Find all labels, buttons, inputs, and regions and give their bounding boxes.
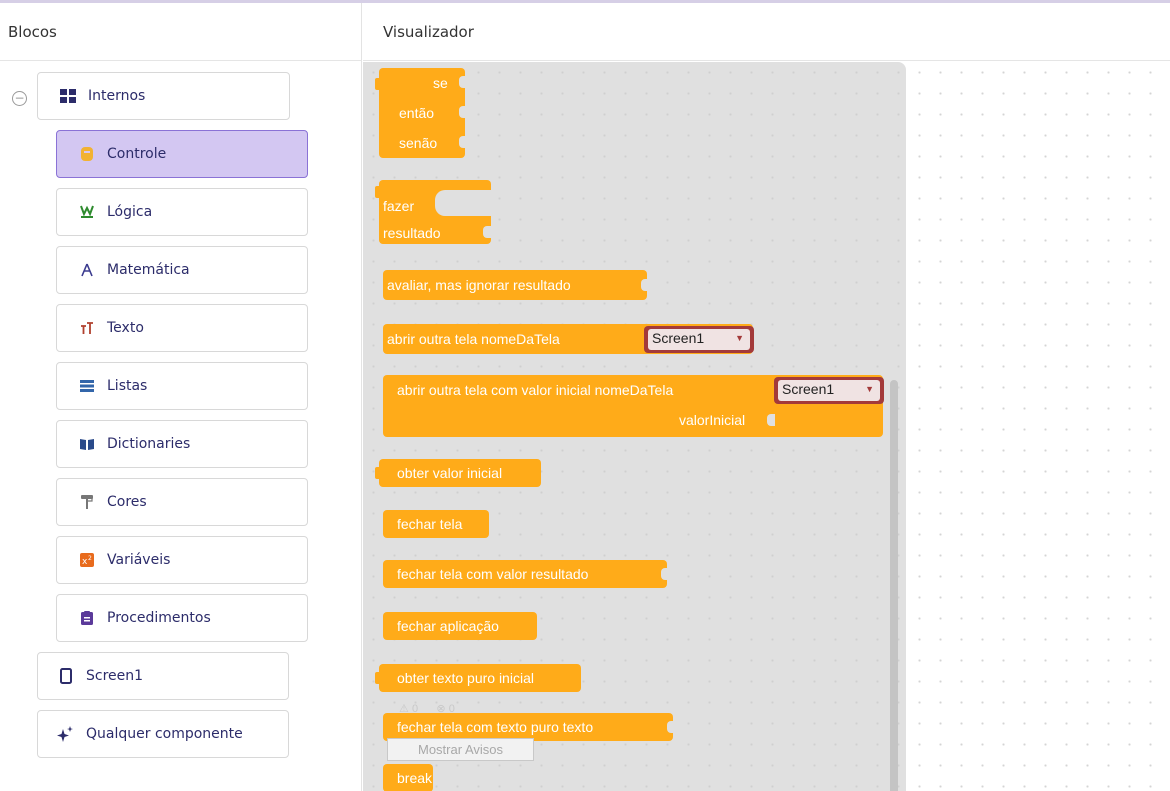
block-text: valorInicial: [679, 412, 746, 428]
block-socket: [641, 279, 649, 291]
tree-item-screen1[interactable]: Screen1: [37, 652, 289, 700]
block-text: fechar tela com valor resultado: [397, 566, 589, 582]
block-socket: [661, 568, 669, 580]
block-text: obter texto puro inicial: [397, 670, 534, 686]
tree-item-label: Procedimentos: [107, 610, 211, 626]
do-result-block[interactable]: fazer resultado: [375, 180, 491, 244]
block-text: fazer: [383, 198, 415, 214]
dropdown-value: Screen1: [782, 381, 835, 397]
tree-item-listas[interactable]: Listas: [56, 362, 308, 410]
variable-icon: x2: [77, 550, 97, 570]
block-connector: [375, 672, 380, 684]
block-text: senão: [399, 135, 438, 151]
tree-item-label: Screen1: [86, 668, 144, 684]
block-text: abrir outra tela com valor inicial nomeD…: [397, 382, 674, 398]
block-text: fechar tela: [397, 516, 463, 532]
tree-item-label: Texto: [107, 320, 144, 336]
tree-item-builtin[interactable]: Internos: [37, 72, 290, 120]
tree-item-label: Lógica: [107, 204, 153, 220]
dictionary-icon: [77, 434, 97, 454]
control-icon: [77, 144, 97, 164]
tree-item-label: Variáveis: [107, 552, 171, 568]
dropdown-arrow-icon: ▼: [865, 384, 874, 394]
tree-item-procedimentos[interactable]: Procedimentos: [56, 594, 308, 642]
dropdown-arrow-icon: ▼: [735, 333, 744, 343]
block-text: avaliar, mas ignorar resultado: [387, 277, 571, 293]
viewer-title: Visualizador: [363, 3, 1170, 61]
show-warnings-button[interactable]: Mostrar Avisos: [387, 738, 534, 761]
get-plain-text-block[interactable]: obter texto puro inicial: [375, 664, 581, 692]
blocks-workspace[interactable]: se então senão fazer resultado avaliar, …: [363, 62, 1170, 791]
tree-item-dictionaries[interactable]: Dictionaries: [56, 420, 308, 468]
svg-text:2: 2: [88, 555, 92, 562]
if-then-else-block[interactable]: se então senão: [375, 68, 467, 158]
tree-item-label: Qualquer componente: [86, 726, 243, 742]
tree-item-variaveis[interactable]: x2 Variáveis: [56, 536, 308, 584]
math-icon: [77, 260, 97, 280]
block-text: break: [397, 770, 433, 786]
tree-item-label: Cores: [107, 494, 147, 510]
tree-item-label: Listas: [107, 378, 148, 394]
tree-item-label: Dictionaries: [107, 436, 191, 452]
close-app-block[interactable]: fechar aplicação: [383, 612, 537, 640]
close-screen-block[interactable]: fechar tela: [383, 510, 489, 538]
tree-item-cores[interactable]: Cores: [56, 478, 308, 526]
tree-item-controle[interactable]: Controle: [56, 130, 308, 178]
evaluate-ignore-block[interactable]: avaliar, mas ignorar resultado: [383, 270, 649, 300]
block-text: se: [433, 75, 448, 91]
block-socket: [667, 721, 675, 733]
block-socket: [459, 106, 467, 118]
block-connector: [375, 467, 380, 479]
block-socket: [459, 76, 467, 88]
open-screen-block[interactable]: abrir outra tela nomeDaTela Screen1 ▼: [383, 324, 754, 354]
phone-icon: [56, 666, 76, 686]
text-icon: [77, 318, 97, 338]
sparkle-icon: [56, 724, 76, 744]
blocks-panel: Blocos − Internos Controle Lógica Matemá…: [0, 3, 362, 791]
block-socket: [459, 136, 467, 148]
dropdown-value: Screen1: [652, 330, 705, 346]
blocks-panel-title: Blocos: [0, 3, 361, 61]
tree-item-label: Matemática: [107, 262, 190, 278]
block-text: fechar tela com texto puro texto: [397, 719, 594, 735]
close-plain-text-block[interactable]: fechar tela com texto puro texto: [383, 713, 675, 741]
tree-item-any-component[interactable]: Qualquer componente: [37, 710, 289, 758]
open-screen-value-block[interactable]: abrir outra tela com valor inicial nomeD…: [383, 375, 884, 437]
block-connector: [375, 186, 380, 198]
tree-item-label: Controle: [107, 146, 167, 162]
logic-icon: [77, 202, 97, 222]
tree-item-logica[interactable]: Lógica: [56, 188, 308, 236]
get-start-value-block[interactable]: obter valor inicial: [375, 459, 541, 487]
block-text: então: [399, 105, 435, 121]
list-icon: [77, 376, 97, 396]
screen-name-dropdown[interactable]: Screen1 ▼: [644, 326, 754, 353]
blocks-flyout[interactable]: se então senão fazer resultado avaliar, …: [363, 62, 906, 791]
block-socket: [767, 414, 775, 426]
procedure-icon: [77, 608, 97, 628]
block-connector: [375, 78, 380, 90]
block-text: resultado: [383, 225, 441, 241]
collapse-icon[interactable]: −: [12, 91, 27, 106]
tree-item-texto[interactable]: Texto: [56, 304, 308, 352]
block-text: abrir outra tela nomeDaTela: [387, 331, 560, 347]
break-block[interactable]: break: [383, 764, 433, 791]
block-text: obter valor inicial: [397, 465, 503, 481]
block-socket: [483, 226, 491, 238]
block-text: fechar aplicação: [397, 618, 499, 634]
screen-name-dropdown[interactable]: Screen1 ▼: [774, 377, 884, 404]
builtin-icon: [58, 86, 78, 106]
viewer-panel: Visualizador se então senão fazer result…: [363, 3, 1170, 791]
tree-item-label: Internos: [88, 88, 146, 104]
statement-slot: [435, 190, 491, 216]
close-screen-value-block[interactable]: fechar tela com valor resultado: [383, 560, 669, 588]
color-icon: [77, 492, 97, 512]
flyout-scrollbar[interactable]: [890, 380, 898, 791]
tree-item-matematica[interactable]: Matemática: [56, 246, 308, 294]
